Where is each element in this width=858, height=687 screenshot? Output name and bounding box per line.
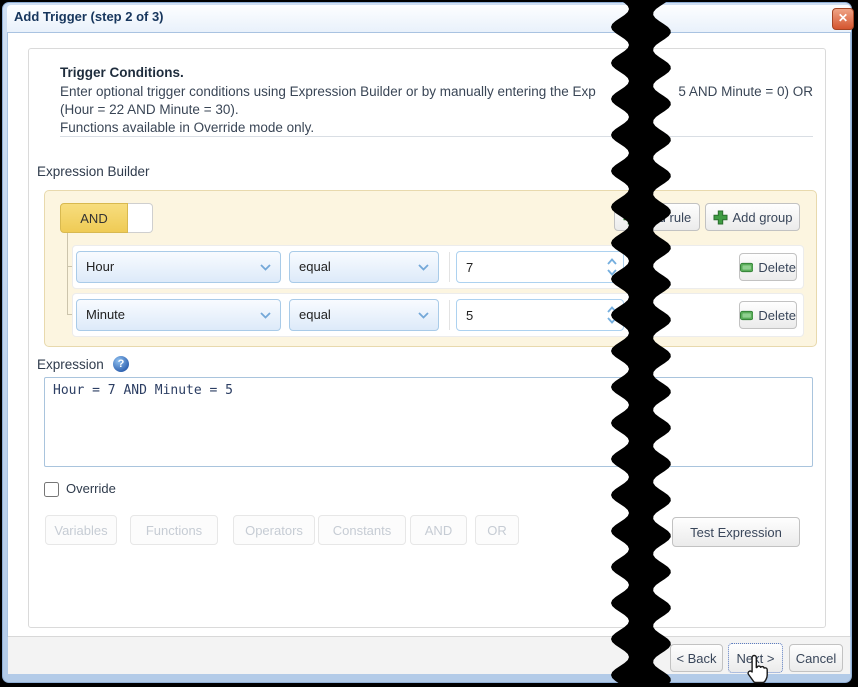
add-rule-button[interactable]: Add rule xyxy=(614,203,700,231)
rule-tree-line xyxy=(67,233,68,314)
operator-select-1-value: equal xyxy=(299,259,331,274)
chevron-down-icon xyxy=(418,264,429,271)
delete-rule-1-button[interactable]: Delete xyxy=(739,253,797,281)
row-divider xyxy=(449,252,450,282)
delete-label: Delete xyxy=(758,308,796,323)
trigger-conditions-heading: Trigger Conditions. xyxy=(60,65,184,80)
override-label: Override xyxy=(66,481,116,496)
intro-line2: (Hour = 22 AND Minute = 30). xyxy=(60,102,239,117)
spinner-up-icon[interactable] xyxy=(606,257,618,266)
value-input-1[interactable] xyxy=(456,251,624,283)
cancel-button[interactable]: Cancel xyxy=(789,644,843,672)
delete-icon xyxy=(740,310,753,321)
rule-row-1: Hour equal Delete xyxy=(72,245,804,289)
row-divider xyxy=(449,300,450,330)
next-button[interactable]: Next > xyxy=(728,643,783,673)
field-select-1-value: Hour xyxy=(86,259,114,274)
expression-label: Expression xyxy=(37,357,104,372)
value-input-2[interactable] xyxy=(456,299,624,331)
rule-row-2: Minute equal Delete xyxy=(72,293,804,337)
spinner-down-icon[interactable] xyxy=(606,316,618,325)
add-rule-plus-icon xyxy=(623,210,638,225)
functions-button[interactable]: Functions xyxy=(130,515,218,545)
add-group-button[interactable]: Add group xyxy=(705,203,800,231)
value-input-2-wrap xyxy=(456,299,624,331)
intro-line1-right: 5 AND Minute = 0) OR xyxy=(678,84,813,99)
override-checkbox[interactable] xyxy=(44,482,59,497)
dialog-title: Add Trigger (step 2 of 3) xyxy=(14,9,164,24)
expression-textarea[interactable]: Hour = 7 AND Minute = 5 xyxy=(44,377,813,467)
delete-rule-2-button[interactable]: Delete xyxy=(739,301,797,329)
spinner-down-icon[interactable] xyxy=(606,268,618,277)
add-group-plus-icon xyxy=(713,210,728,225)
chevron-down-icon xyxy=(260,264,271,271)
value-input-1-wrap xyxy=(456,251,624,283)
group-operator-and-toggle[interactable]: AND xyxy=(60,203,128,233)
intro-line3: Functions available in Override mode onl… xyxy=(60,120,314,135)
field-select-2[interactable]: Minute xyxy=(76,299,281,331)
field-select-2-value: Minute xyxy=(86,307,125,322)
delete-label: Delete xyxy=(758,260,796,275)
or-button[interactable]: OR xyxy=(475,515,519,545)
delete-icon xyxy=(740,262,753,273)
expression-builder-label: Expression Builder xyxy=(37,164,150,179)
torn-screenshot-stage: Add Trigger (step 2 of 3) ✕ Trigger Cond… xyxy=(0,0,858,687)
operator-select-2[interactable]: equal xyxy=(289,299,439,331)
spinner-up-icon[interactable] xyxy=(606,305,618,314)
and-button[interactable]: AND xyxy=(410,515,467,545)
dialog-footer xyxy=(8,636,850,674)
help-icon[interactable]: ? xyxy=(113,356,129,372)
operator-select-1[interactable]: equal xyxy=(289,251,439,283)
variables-button[interactable]: Variables xyxy=(45,515,117,545)
group-operator-or-toggle[interactable] xyxy=(128,203,153,233)
close-icon[interactable]: ✕ xyxy=(832,8,854,30)
constants-button[interactable]: Constants xyxy=(318,515,406,545)
operator-select-2-value: equal xyxy=(299,307,331,322)
intro-separator xyxy=(60,136,813,137)
field-select-1[interactable]: Hour xyxy=(76,251,281,283)
chevron-down-icon xyxy=(260,312,271,319)
test-expression-button[interactable]: Test Expression xyxy=(672,517,800,547)
expression-textarea-wrap: Hour = 7 AND Minute = 5 xyxy=(44,377,813,467)
operators-button[interactable]: Operators xyxy=(233,515,315,545)
add-rule-label: Add rule xyxy=(643,210,691,225)
intro-line1-left: Enter optional trigger conditions using … xyxy=(60,84,596,99)
back-button[interactable]: < Back xyxy=(670,644,723,672)
add-group-label: Add group xyxy=(733,210,793,225)
chevron-down-icon xyxy=(418,312,429,319)
